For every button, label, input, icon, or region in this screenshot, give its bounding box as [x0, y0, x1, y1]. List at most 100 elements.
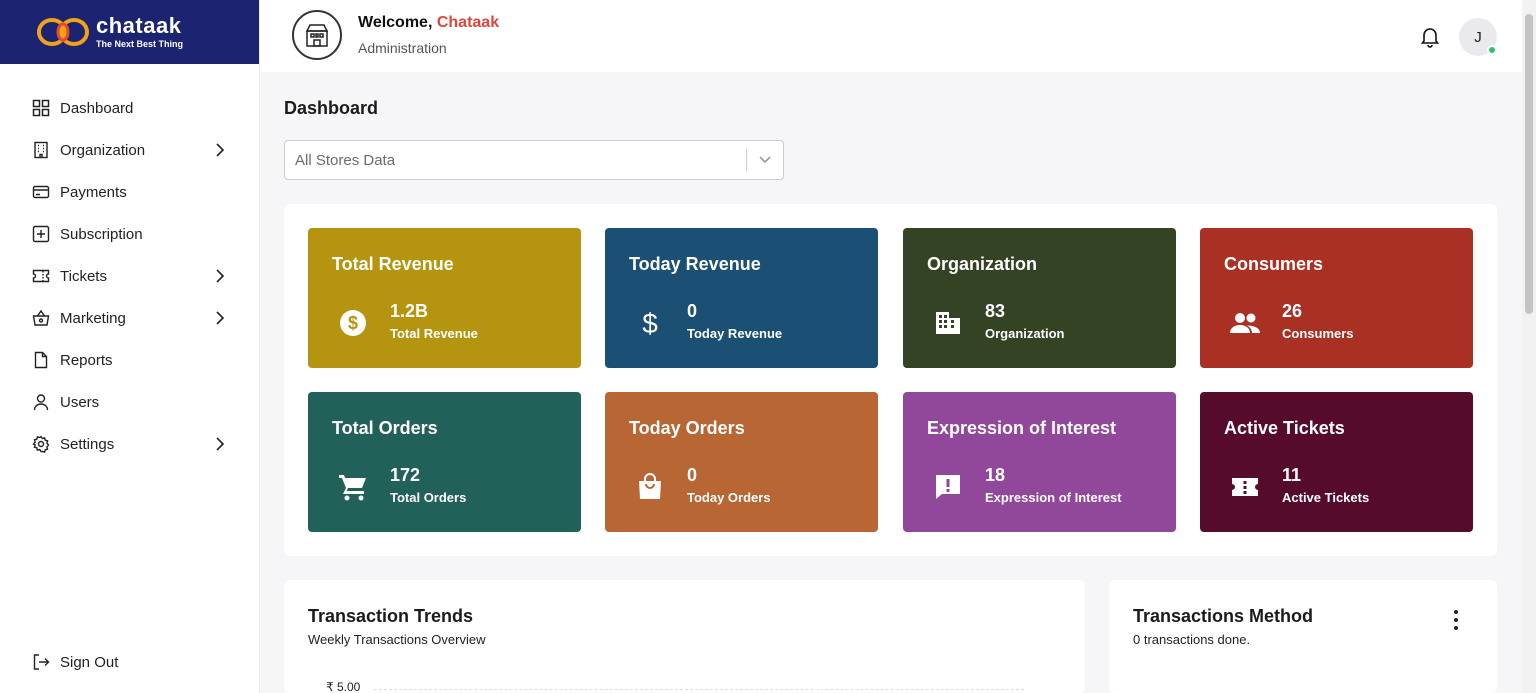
ticket-icon — [1228, 470, 1262, 504]
sidebar-item-users[interactable]: Users — [0, 381, 259, 423]
alert-message-icon — [931, 470, 965, 504]
sidebar-item-label: Users — [60, 393, 100, 411]
chevron-right-icon — [213, 269, 227, 283]
plus-square-icon — [32, 225, 50, 243]
stat-card-title: Today Revenue — [629, 254, 761, 274]
stats-panel: Total Revenue $ 1.2B Total Revenue Today… — [284, 204, 1497, 556]
dollar-icon: $ — [633, 306, 667, 340]
trends-subtitle: Weekly Transactions Overview — [308, 632, 486, 647]
file-icon — [32, 351, 50, 369]
stat-card-organization[interactable]: Organization 83 Organization — [903, 228, 1176, 368]
top-header: Welcome, Chataak Administration J — [260, 0, 1522, 72]
sidebar-item-label: Marketing — [60, 309, 126, 327]
stat-card-today-orders[interactable]: Today Orders 0 Today Orders — [605, 392, 878, 532]
chevron-right-icon — [213, 311, 227, 325]
sidebar-item-label: Tickets — [60, 267, 107, 285]
welcome-prefix: Welcome, — [358, 14, 437, 31]
stat-card-consumers[interactable]: Consumers 26 Consumers — [1200, 228, 1473, 368]
stat-card-title: Consumers — [1224, 254, 1324, 274]
scrollbar-thumb[interactable] — [1525, 14, 1533, 314]
stat-card-subtitle: Expression of Interest — [985, 490, 1122, 505]
stat-card-title: Today Orders — [629, 418, 745, 438]
more-options-icon[interactable] — [1449, 610, 1463, 630]
chevron-right-icon — [213, 437, 227, 451]
svg-text:$: $ — [348, 313, 358, 333]
page-title: Dashboard — [284, 98, 379, 118]
chevron-right-icon — [213, 143, 227, 157]
stat-card-active-tickets[interactable]: Active Tickets 11 Active Tickets — [1200, 392, 1473, 532]
stat-card-value: 83 — [985, 301, 1006, 321]
stat-card-subtitle: Consumers — [1282, 326, 1354, 341]
welcome-user-name: Chataak — [436, 14, 500, 31]
stat-card-value: 0 — [687, 465, 698, 485]
logo[interactable]: chataak The Next Best Thing — [0, 0, 259, 64]
stat-card-title: Total Revenue — [332, 254, 454, 274]
sidebar-item-label: Dashboard — [60, 99, 134, 117]
coin-icon: $ — [336, 306, 370, 340]
store-filter-select[interactable]: All Stores Data — [284, 140, 784, 180]
stat-card-total-revenue[interactable]: Total Revenue $ 1.2B Total Revenue — [308, 228, 581, 368]
chevron-down-icon[interactable] — [747, 155, 783, 165]
sidebar-item-tickets[interactable]: Tickets — [0, 255, 259, 297]
brand-tagline: The Next Best Thing — [96, 39, 184, 49]
welcome-text: Welcome, Chataak — [358, 14, 499, 32]
sidebar-item-label: Subscription — [60, 225, 143, 243]
card-icon — [32, 183, 50, 201]
stat-card-value: 1.2B — [390, 301, 429, 321]
grid-icon — [32, 99, 50, 117]
people-icon — [1228, 306, 1262, 340]
sidebar-item-marketing[interactable]: Marketing — [0, 297, 259, 339]
store-filter-value: All Stores Data — [295, 151, 396, 169]
stat-card-title: Total Orders — [332, 418, 438, 438]
stat-card-title: Active Tickets — [1224, 418, 1345, 438]
sidebar-item-reports[interactable]: Reports — [0, 339, 259, 381]
building-icon — [32, 141, 50, 159]
logout-icon — [32, 653, 50, 671]
sidebar: chataak The Next Best Thing Dashboard Or… — [0, 0, 260, 693]
stat-card-subtitle: Total Orders — [390, 490, 467, 505]
transactions-method-panel: Transactions Method 0 transactions done. — [1109, 580, 1497, 693]
sidebar-item-subscription[interactable]: Subscription — [0, 213, 259, 255]
sign-out-button[interactable]: Sign Out — [0, 641, 259, 683]
stat-card-subtitle: Today Revenue — [687, 326, 783, 341]
sidebar-item-label: Organization — [60, 141, 146, 159]
brand-name: chataak — [96, 13, 182, 38]
transaction-trends-panel: Transaction Trends Weekly Transactions O… — [284, 580, 1085, 693]
sidebar-item-label: Reports — [60, 351, 113, 369]
sidebar-item-settings[interactable]: Settings — [0, 423, 259, 465]
sidebar-item-payments[interactable]: Payments — [0, 171, 259, 213]
notification-bell-icon[interactable] — [1418, 24, 1442, 48]
stat-card-total-orders[interactable]: Total Orders 172 Total Orders — [308, 392, 581, 532]
user-icon — [32, 393, 50, 411]
building-icon — [931, 306, 965, 340]
sidebar-item-dashboard[interactable]: Dashboard — [0, 87, 259, 129]
method-title: Transactions Method — [1133, 606, 1314, 626]
stat-card-value: 172 — [390, 465, 421, 485]
ticket-icon — [32, 267, 50, 285]
basket-icon — [32, 309, 50, 327]
sidebar-item-label: Payments — [60, 183, 127, 201]
stat-card-title: Expression of Interest — [927, 418, 1117, 438]
online-status-dot — [1487, 45, 1497, 55]
store-building-icon — [305, 24, 329, 47]
stat-card-value: 11 — [1282, 465, 1302, 485]
chart-grid-line — [374, 689, 1024, 690]
chart-y-tick: ₹ 5.00 — [326, 680, 361, 693]
method-subtitle: 0 transactions done. — [1133, 632, 1251, 647]
stat-card-subtitle: Organization — [985, 326, 1065, 341]
cart-icon — [336, 470, 370, 504]
sidebar-item-organization[interactable]: Organization — [0, 129, 259, 171]
stat-card-today-revenue[interactable]: Today Revenue $ 0 Today Revenue — [605, 228, 878, 368]
stat-card-expression-of-interest[interactable]: Expression of Interest 18 Expression of … — [903, 392, 1176, 532]
stat-card-subtitle: Today Orders — [687, 490, 771, 505]
stat-card-value: 0 — [687, 301, 698, 321]
organization-avatar — [292, 10, 342, 60]
bag-icon — [633, 470, 667, 504]
infinity-logo-icon — [37, 18, 89, 46]
user-role: Administration — [358, 40, 447, 56]
page-scrollbar[interactable] — [1522, 0, 1536, 693]
stat-card-subtitle: Total Revenue — [390, 326, 478, 341]
stat-card-title: Organization — [927, 254, 1038, 274]
sidebar-nav: Dashboard Organization Payments Subscrip… — [0, 87, 259, 465]
trends-title: Transaction Trends — [308, 606, 474, 626]
